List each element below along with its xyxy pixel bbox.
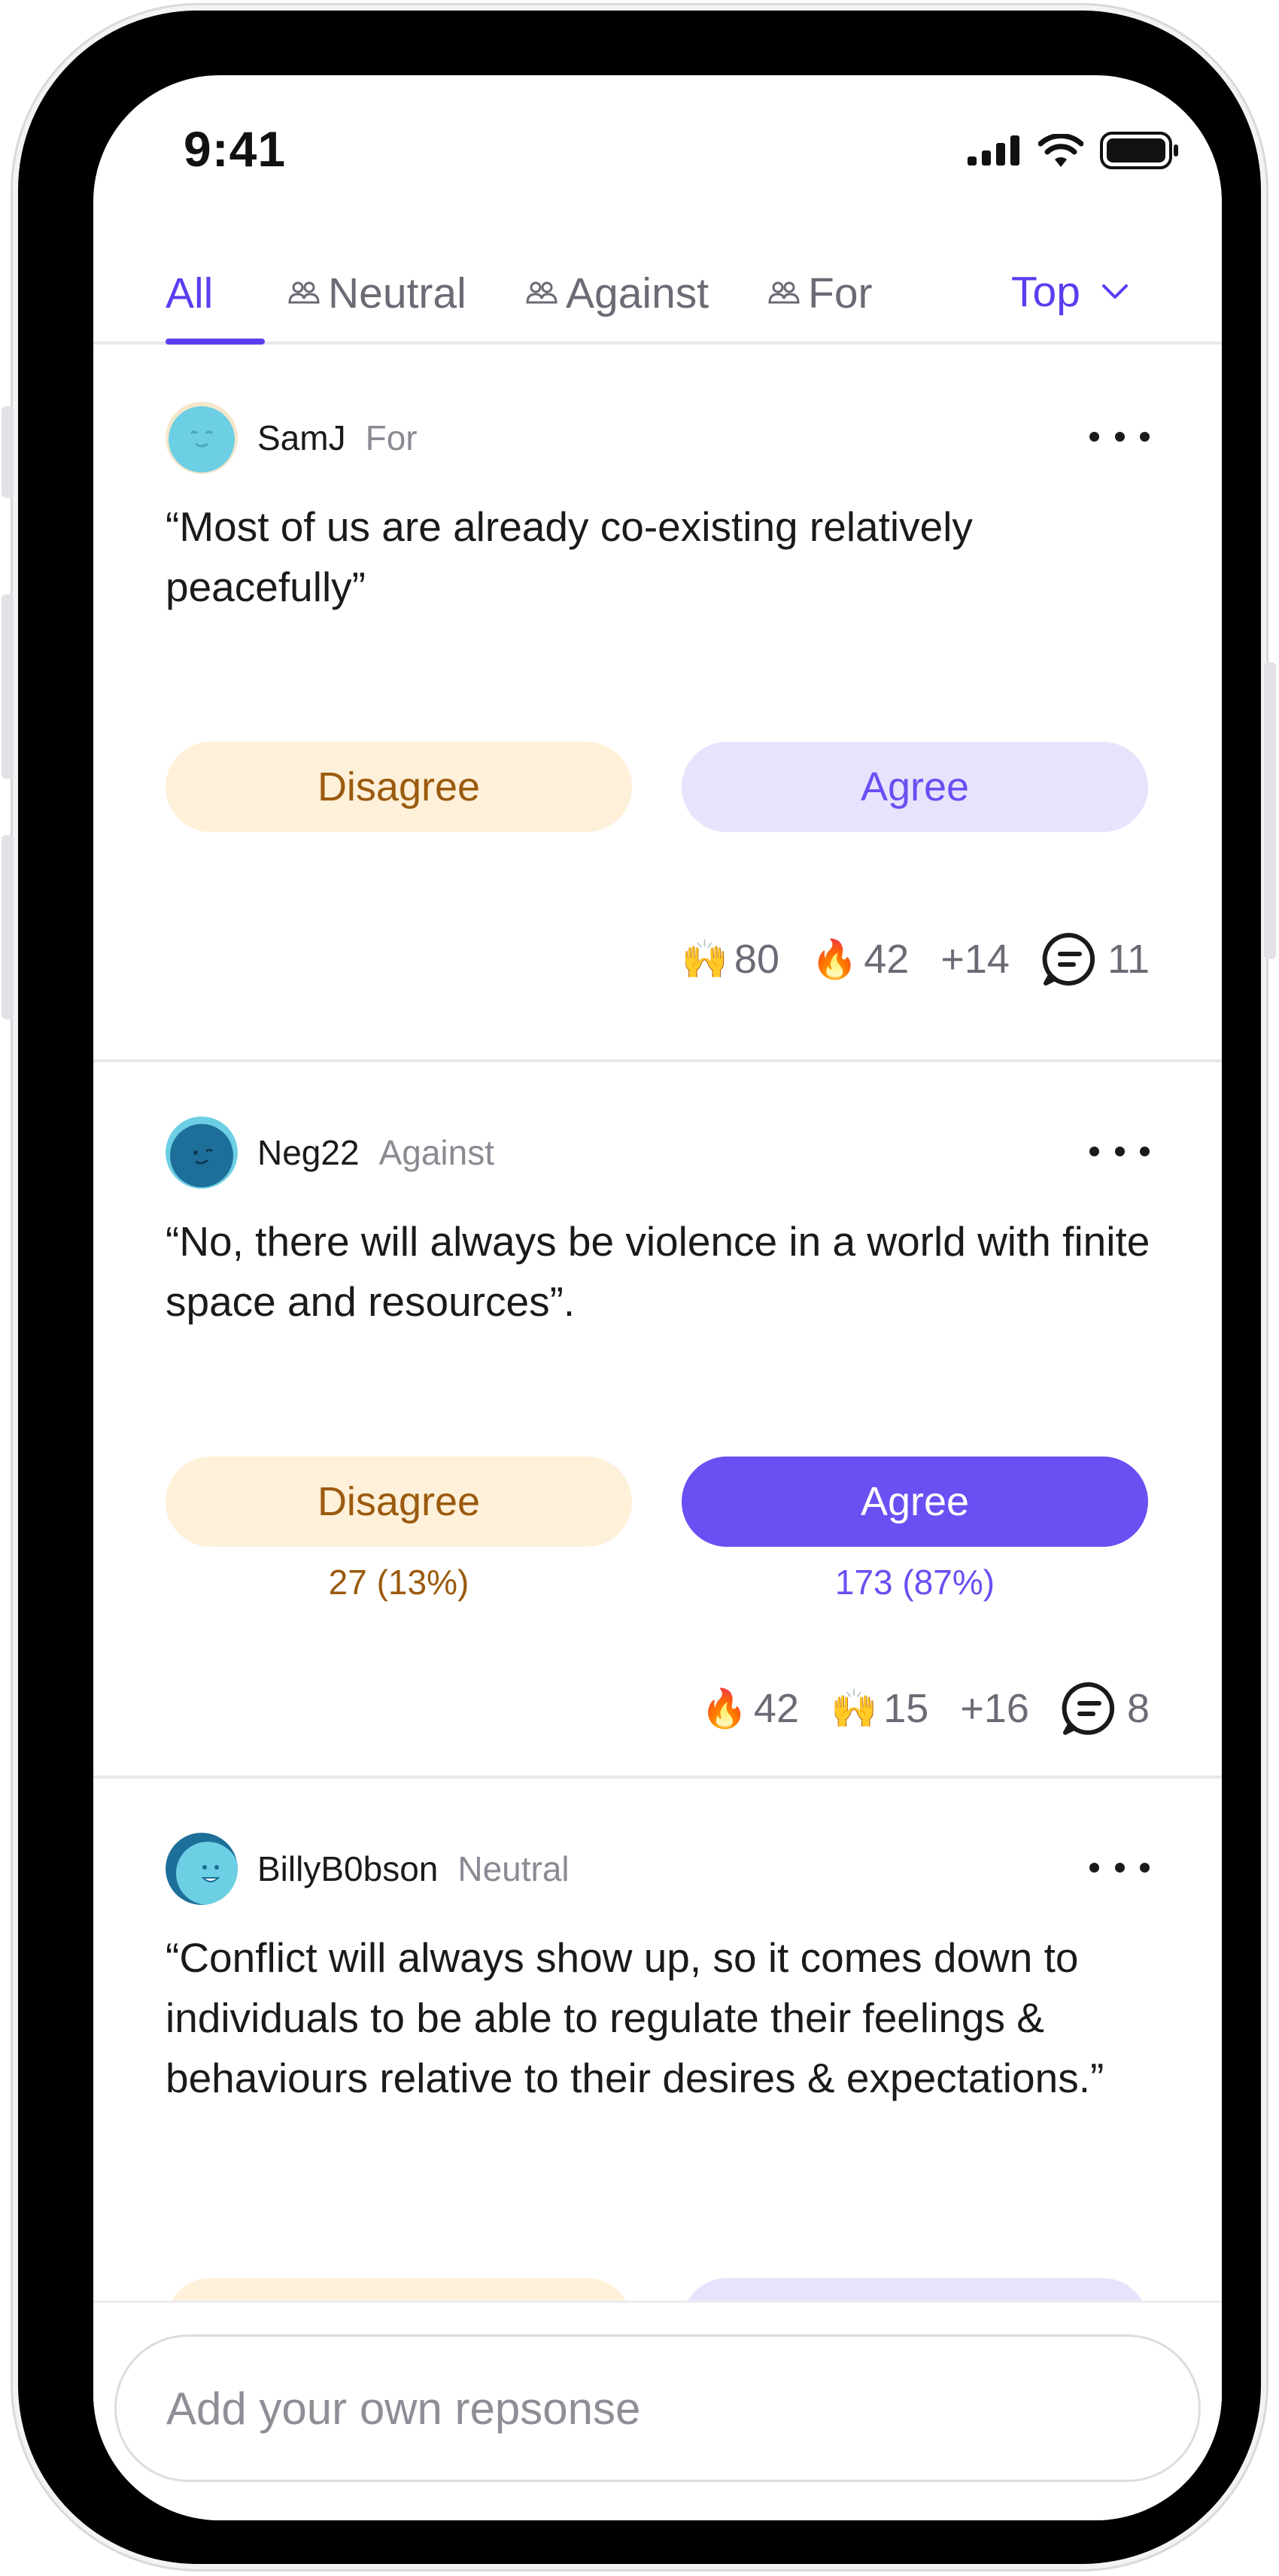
agree-button[interactable]: Agree (682, 742, 1148, 832)
disagree-result: 27 (13%) (328, 1563, 469, 1602)
reaction-fire[interactable]: 🔥 42 (701, 1685, 799, 1732)
post-card: BillyB0bson Neutral “Conflict will alway… (93, 1779, 1222, 2368)
comment-icon (1042, 932, 1095, 986)
tab-neutral[interactable]: Neutral (287, 242, 466, 345)
reaction-count: 80 (734, 937, 779, 982)
tab-for-label: For (808, 269, 873, 317)
post-card: Neg22 Against “No, there will always be … (93, 1062, 1222, 1779)
device-bezel: 9:41 All Neutral Against For Top SamJ Fo… (18, 11, 1261, 2564)
people-icon (768, 281, 800, 304)
sort-dropdown[interactable]: Top (1011, 242, 1129, 342)
volume-up-button (2, 594, 14, 779)
fire-icon: 🔥 (700, 1687, 748, 1730)
author-stance: Against (378, 1133, 494, 1172)
wifi-icon (1038, 134, 1083, 167)
tab-against[interactable]: Against (525, 242, 709, 345)
status-time: 9:41 (184, 121, 287, 177)
avatar[interactable] (166, 402, 238, 474)
reactions-row: 🙌 80 🔥 42 +14 11 (682, 925, 1150, 993)
disagree-button[interactable]: Disagree (166, 1457, 632, 1547)
reaction-count: 15 (883, 1686, 929, 1731)
tab-against-label: Against (566, 269, 709, 317)
reactions-row: 🔥 42 🙌 15 +16 8 (701, 1675, 1150, 1742)
post-quote: “Most of us are already co-existing rela… (166, 503, 973, 610)
more-options-icon[interactable] (1089, 421, 1150, 451)
agree-result: 173 (87%) (834, 1563, 995, 1602)
author-name[interactable]: BillyB0bson (257, 1848, 438, 1889)
post-quote: “Conflict will always show up, so it com… (166, 1934, 1104, 2101)
chevron-down-icon (1101, 284, 1128, 299)
people-icon (288, 281, 320, 304)
disagree-button[interactable]: Disagree (166, 742, 632, 832)
agree-button-selected[interactable]: Agree (682, 1457, 1148, 1547)
screen: 9:41 All Neutral Against For Top SamJ Fo… (93, 75, 1222, 2520)
tab-all[interactable]: All (166, 242, 213, 345)
volume-down-button (2, 835, 14, 1019)
signal-icon (968, 135, 1019, 166)
tab-all-label: All (166, 269, 214, 317)
author-name[interactable]: Neg22 (257, 1132, 360, 1173)
more-reactions[interactable]: +16 (960, 1685, 1029, 1732)
author-stance: For (365, 418, 418, 457)
response-input[interactable] (114, 2334, 1201, 2482)
post-quote: “No, there will always be violence in a … (166, 1218, 1150, 1325)
more-reactions-count: +16 (960, 1686, 1029, 1731)
people-icon (526, 281, 557, 304)
reaction-raised-hands[interactable]: 🙌 80 (682, 936, 779, 983)
filter-tab-bar: All Neutral Against For Top (93, 242, 1222, 345)
raised-hands-icon: 🙌 (831, 1687, 878, 1730)
author-name[interactable]: SamJ (257, 418, 346, 458)
author-stance: Neutral (457, 1849, 570, 1888)
post-author-row: BillyB0bson Neutral (166, 1833, 570, 1905)
fire-icon: 🔥 (810, 938, 858, 980)
comment-count: 11 (1107, 937, 1150, 982)
avatar[interactable] (166, 1833, 238, 1905)
comments-button[interactable]: 11 (1041, 931, 1150, 988)
active-tab-indicator (166, 339, 265, 345)
post-author-row: Neg22 Against (166, 1116, 494, 1189)
more-options-icon[interactable] (1089, 1136, 1150, 1166)
battery-icon (1100, 132, 1178, 169)
comment-count: 8 (1126, 1686, 1150, 1731)
reaction-count: 42 (753, 1686, 799, 1731)
avatar[interactable] (166, 1116, 238, 1189)
power-button (1264, 662, 1276, 959)
status-icons (968, 128, 1180, 173)
more-reactions[interactable]: +14 (940, 936, 1010, 983)
reaction-count: 42 (864, 937, 910, 982)
post-author-row: SamJ For (166, 402, 418, 474)
comments-button[interactable]: 8 (1061, 1680, 1150, 1737)
more-reactions-count: +14 (940, 937, 1010, 982)
reaction-fire[interactable]: 🔥 42 (811, 936, 909, 983)
silent-switch (2, 406, 14, 498)
reaction-raised-hands[interactable]: 🙌 15 (831, 1685, 928, 1732)
sort-label: Top (1011, 268, 1080, 316)
comment-icon (1062, 1681, 1115, 1735)
post-card: SamJ For “Most of us are already co-exis… (93, 348, 1222, 1062)
more-options-icon[interactable] (1089, 1852, 1150, 1882)
raised-hands-icon: 🙌 (681, 938, 728, 980)
status-bar: 9:41 (93, 75, 1222, 211)
response-input-bar (93, 2301, 1222, 2520)
tab-for[interactable]: For (767, 242, 873, 345)
tab-neutral-label: Neutral (328, 269, 466, 317)
